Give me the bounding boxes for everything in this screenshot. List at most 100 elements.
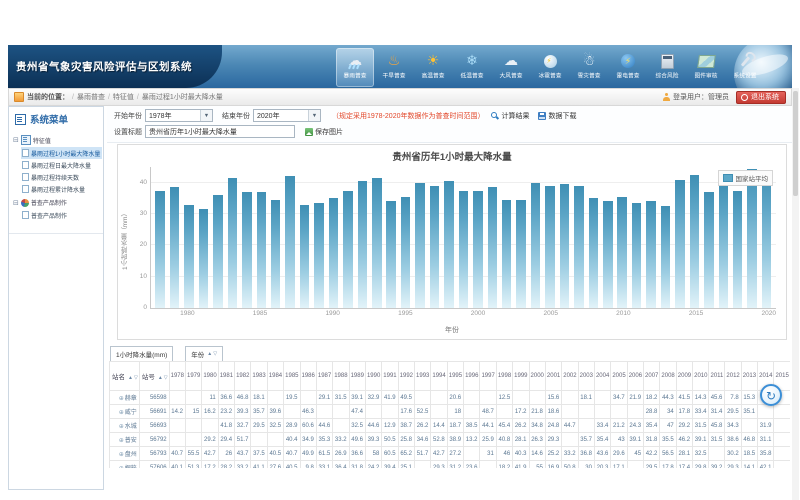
table-row-56792[interactable]: ⊕普安5679229.229.451.740.434.935.333.249.6… bbox=[110, 433, 791, 447]
bar-2020 bbox=[762, 172, 772, 308]
sidebar-group-0[interactable]: ⊟特征值 bbox=[13, 135, 102, 145]
value-cell: 36.8 bbox=[578, 447, 594, 461]
bar-slot bbox=[355, 167, 369, 308]
value-cell: 36.6 bbox=[349, 447, 365, 461]
col-station-header[interactable]: 站名▲▽ bbox=[110, 362, 140, 391]
calc-result-button[interactable]: 计算结果 bbox=[491, 111, 529, 121]
value-cell: 31.5 bbox=[709, 433, 725, 447]
table-row-57606[interactable]: ⊕桐梓5760640.151.317.228.233.241.127.640.5… bbox=[110, 461, 791, 469]
y-tick-label: 40 bbox=[125, 179, 147, 186]
breadcrumb-link[interactable]: 暴雨普查 bbox=[77, 94, 105, 101]
start-year-select[interactable]: 1978年 ▼ bbox=[145, 109, 213, 122]
floating-refresh-button[interactable]: ↻ bbox=[760, 384, 782, 406]
sort-arrows-icon[interactable]: ▲▽ bbox=[207, 351, 217, 357]
value-cell: 46 bbox=[496, 447, 512, 461]
expand-plus-icon[interactable]: ⊕ bbox=[119, 410, 124, 416]
sort-arrows-icon[interactable]: ▲▽ bbox=[158, 375, 168, 381]
station-name: 威宁 bbox=[125, 410, 137, 416]
scrollbar-thumb[interactable] bbox=[793, 91, 798, 196]
nav-item-low-temp[interactable]: ❄低温普查 bbox=[453, 48, 491, 87]
data-download-label: 数据下载 bbox=[548, 111, 576, 121]
nav-item-composite-risk[interactable]: 综合风险 bbox=[648, 48, 686, 87]
expand-plus-icon[interactable]: ⊕ bbox=[119, 424, 124, 430]
expand-plus-icon[interactable]: ⊕ bbox=[119, 466, 124, 468]
value-cell: 31.9 bbox=[758, 419, 774, 433]
expand-plus-icon[interactable]: ⊕ bbox=[119, 396, 124, 402]
value-cell: 17.2 bbox=[202, 461, 218, 469]
sort-arrows-icon[interactable]: ▲▽ bbox=[128, 375, 138, 381]
pie-icon bbox=[21, 199, 29, 207]
value-type-box[interactable]: 1小时降水量(mm) bbox=[110, 346, 173, 362]
station-data-table: 站名▲▽ 站号▲▽ 197819791980198119821983198419… bbox=[109, 361, 790, 468]
year-column-header: 1992 bbox=[398, 362, 414, 391]
sidebar-item-label: 普查产品制作 bbox=[31, 211, 67, 220]
bar-2015 bbox=[690, 175, 700, 308]
start-year-value: 1978年 bbox=[149, 111, 172, 121]
table-row-56793[interactable]: ⊕盘州5679340.755.542.72643.737.540.540.749… bbox=[110, 447, 791, 461]
value-cell: 14.4 bbox=[431, 419, 447, 433]
nav-item-settings[interactable]: 系统设置 bbox=[726, 48, 764, 87]
breadcrumb-link[interactable]: 特征值 bbox=[113, 94, 134, 101]
bar-slot bbox=[629, 167, 643, 308]
nav-item-hail[interactable]: 冰雹普查 bbox=[531, 48, 569, 87]
sidebar-item[interactable]: 暴雨过程累计降水量 bbox=[21, 183, 102, 195]
table-row-56691[interactable]: ⊕威宁5669114.21516.223.239.335.739.646.347… bbox=[110, 405, 791, 419]
value-cell: 35.8 bbox=[758, 447, 774, 461]
value-cell: 43.7 bbox=[235, 447, 251, 461]
chart-title-input[interactable] bbox=[145, 125, 295, 138]
breadcrumb-bar: 当前的位置： /暴雨普查/特征值/暴雨过程1小时最大降水量 登录用户：管理员 退… bbox=[8, 88, 792, 106]
value-cell: 14.6 bbox=[529, 447, 545, 461]
sidebar-item[interactable]: 暴雨过程1小时最大降水量 bbox=[21, 147, 102, 159]
expander-icon[interactable]: ⊟ bbox=[13, 136, 19, 144]
bar-slot bbox=[384, 167, 398, 308]
logout-button[interactable]: 退出系统 bbox=[736, 91, 786, 104]
table-row-56693[interactable]: ⊕水城5669341.832.729.532.528.960.644.632.5… bbox=[110, 419, 791, 433]
value-cell: 31.8 bbox=[349, 461, 365, 469]
value-cell: 20.3 bbox=[594, 461, 610, 469]
value-cell: 14.3 bbox=[693, 391, 709, 405]
value-cell: 25.8 bbox=[398, 433, 414, 447]
value-cell: 50.8 bbox=[562, 461, 578, 469]
end-year-select[interactable]: 2020年 ▼ bbox=[253, 109, 321, 122]
nav-item-high-temp[interactable]: ☀高温普查 bbox=[414, 48, 452, 87]
value-cell: 55 bbox=[529, 461, 545, 469]
value-cell: 38.6 bbox=[725, 433, 741, 447]
value-cell: 56.5 bbox=[660, 447, 676, 461]
value-cell bbox=[513, 391, 529, 405]
bar-slot bbox=[500, 167, 514, 308]
sidebar-item[interactable]: 暴雨过程日最大降水量 bbox=[21, 159, 102, 171]
save-disk-icon bbox=[538, 112, 546, 120]
sidebar-item[interactable]: 暴雨过程持续天数 bbox=[21, 171, 102, 183]
breadcrumb-link[interactable]: 暴雨过程1小时最大降水量 bbox=[142, 94, 223, 101]
nav-item-map-review[interactable]: 图件审核 bbox=[687, 48, 725, 87]
nav-item-snow[interactable]: ☃雪灾普查 bbox=[570, 48, 608, 87]
nav-item-drought[interactable]: ♨干旱普查 bbox=[375, 48, 413, 87]
expander-icon[interactable]: ⊟ bbox=[13, 199, 19, 207]
value-cell: 27.6 bbox=[267, 461, 283, 469]
save-image-button[interactable]: 保存图片 bbox=[305, 127, 343, 137]
station-id: 56693 bbox=[139, 419, 169, 433]
sidebar-group-1[interactable]: ⊟普查产品制作 bbox=[13, 198, 102, 207]
nav-item-rainstorm[interactable]: ☁暴雨普查 bbox=[336, 48, 374, 87]
sidebar-item[interactable]: 普查产品制作 bbox=[21, 209, 102, 221]
col-station-id-header[interactable]: 站号▲▽ bbox=[139, 362, 169, 391]
document-icon bbox=[22, 149, 29, 157]
data-download-button[interactable]: 数据下载 bbox=[538, 111, 576, 121]
value-cell: 40.7 bbox=[169, 447, 185, 461]
table-row-56598[interactable]: ⊕赫章565981136.646.818.119.529.131.539.132… bbox=[110, 391, 791, 405]
x-tick-label: 2005 bbox=[543, 310, 557, 317]
value-cell bbox=[529, 391, 545, 405]
nav-item-lightning[interactable]: ⚡雷电普查 bbox=[609, 48, 647, 87]
vertical-scrollbar[interactable] bbox=[792, 88, 799, 500]
value-cell: 35.7 bbox=[578, 433, 594, 447]
start-year-label: 开始年份 bbox=[114, 111, 142, 121]
value-cell: 26.3 bbox=[529, 433, 545, 447]
value-cell bbox=[741, 419, 757, 433]
expand-plus-icon[interactable]: ⊕ bbox=[119, 438, 124, 444]
year-sort-box[interactable]: 年份 ▲▽ bbox=[185, 346, 223, 362]
value-cell: 29.5 bbox=[644, 461, 660, 469]
expand-plus-icon[interactable]: ⊕ bbox=[119, 452, 124, 458]
nav-item-wind[interactable]: ☁大风普查 bbox=[492, 48, 530, 87]
map-review-icon bbox=[687, 50, 725, 70]
value-cell: 46.8 bbox=[741, 433, 757, 447]
